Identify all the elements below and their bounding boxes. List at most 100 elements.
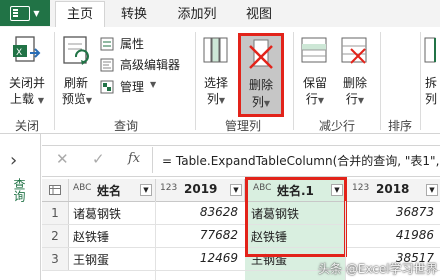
remove-columns-icon xyxy=(249,39,273,69)
group-label-close: 关闭 xyxy=(14,119,39,133)
keep-rows-icon xyxy=(301,37,327,63)
filter-dropdown-icon[interactable]: ▼ xyxy=(140,184,152,196)
refresh-label-text: 预览 xyxy=(61,92,86,106)
chevron-down-icon: ▼ xyxy=(150,80,157,89)
queries-pane-label[interactable]: 查询 xyxy=(12,178,28,202)
queries-pane xyxy=(0,134,41,280)
close-load-label-2: 上载 ▼ xyxy=(2,90,52,107)
table-cell[interactable]: 诸葛钢铁 xyxy=(73,205,121,222)
group-label-query: 查询 xyxy=(113,119,138,133)
chevron-down-icon: ▼ xyxy=(357,96,365,105)
close-load-label-text: 上载 xyxy=(10,92,35,106)
cancel-icon[interactable]: ✕ xyxy=(56,150,69,168)
table-cell[interactable]: 36873 xyxy=(346,205,434,219)
remove-rows-label: 删除 xyxy=(342,76,367,90)
group-label-sort: 排序 xyxy=(387,119,412,133)
keep-rows-button[interactable]: 保留 行▼ xyxy=(297,32,333,112)
advanced-editor-label: 高级编辑器 xyxy=(120,58,181,72)
split-column-label: 拆 xyxy=(424,76,437,90)
choose-columns-label: 选择 xyxy=(203,76,228,90)
file-icon xyxy=(10,5,31,21)
tab-add-column[interactable]: 添加列 xyxy=(165,2,229,27)
manage-button[interactable]: 管理 ▼ xyxy=(100,78,170,96)
table-cell[interactable]: 41986 xyxy=(346,228,434,242)
group-divider xyxy=(195,32,196,130)
properties-icon xyxy=(100,37,114,51)
filter-dropdown-icon[interactable]: ▼ xyxy=(230,184,242,196)
tab-transform[interactable]: 转换 xyxy=(110,2,158,27)
properties-label: 属性 xyxy=(120,37,145,51)
text-type-icon[interactable]: ABC xyxy=(73,183,91,193)
remove-columns-label-2: 列▼ xyxy=(241,93,281,110)
chevron-down-icon: ▼ xyxy=(37,96,44,105)
column-header-name[interactable]: ABC 姓名 ▼ xyxy=(69,179,156,201)
table-cell[interactable]: 77682 xyxy=(156,228,238,242)
close-load-icon: X xyxy=(13,36,41,62)
group-divider xyxy=(54,32,55,130)
formula-divider xyxy=(152,147,153,173)
column-header-2018[interactable]: 123 2018 ▼ xyxy=(346,179,440,201)
column-divider xyxy=(155,201,156,280)
split-column-button[interactable]: 拆 列 xyxy=(422,32,440,112)
number-type-icon[interactable]: 123 xyxy=(352,183,369,193)
group-label-reduce-rows: 减少行 xyxy=(318,119,355,133)
remove-rows-label-text: 行 xyxy=(345,92,358,106)
split-column-label-2: 列 xyxy=(424,92,437,106)
fx-icon[interactable]: fx xyxy=(128,151,140,166)
table-cell[interactable]: 赵铁锤 xyxy=(73,228,109,245)
manage-label: 管理 xyxy=(120,80,145,94)
tab-home[interactable]: 主页 xyxy=(55,1,105,28)
properties-button[interactable]: 属性 xyxy=(100,35,180,53)
column-highlight-box xyxy=(245,177,347,257)
filter-dropdown-icon[interactable]: ▼ xyxy=(426,184,438,196)
expand-pane-icon[interactable]: › xyxy=(10,150,17,171)
table-cell[interactable]: 王钢蛋 xyxy=(73,251,109,268)
advanced-editor-button[interactable]: 高级编辑器 xyxy=(100,56,190,74)
refresh-preview-button[interactable]: 刷新 预览▼ xyxy=(56,32,96,112)
group-divider xyxy=(293,32,294,130)
keep-rows-label-2: 行▼ xyxy=(297,90,333,107)
chevron-down-icon: ▼ xyxy=(33,8,40,18)
column-header-2019[interactable]: 123 2019 ▼ xyxy=(156,179,245,201)
chevron-down-icon: ▼ xyxy=(85,96,93,105)
remove-columns-button[interactable]: 删除 列▼ xyxy=(238,33,284,117)
table-cell[interactable]: 12469 xyxy=(156,251,238,265)
keep-rows-label: 保留 xyxy=(302,76,327,90)
choose-columns-label-2: 列▼ xyxy=(198,90,234,107)
formula-text[interactable]: = Table.ExpandTableColumn(合并的查询, "表1", xyxy=(162,152,440,169)
grid-corner[interactable] xyxy=(42,179,69,201)
table-row[interactable]: 2 赵铁锤 77682 赵铁锤 41986 xyxy=(42,225,440,248)
table-cell[interactable]: 83628 xyxy=(156,205,238,219)
choose-columns-icon xyxy=(203,37,228,63)
column-name: 2019 xyxy=(184,182,218,196)
watermark-text: 头条 @Excel学习世界 xyxy=(318,262,438,276)
table-row[interactable]: 1 诸葛钢铁 83628 诸葛钢铁 36873 xyxy=(42,202,440,225)
file-menu-button[interactable]: ▼ xyxy=(0,0,50,26)
advanced-editor-icon xyxy=(100,58,114,72)
tab-view[interactable]: 视图 xyxy=(235,2,283,27)
remove-rows-button[interactable]: 删除 行▼ xyxy=(337,32,373,112)
choose-columns-button[interactable]: 选择 列▼ xyxy=(198,32,234,112)
remove-columns-label: 删除 xyxy=(248,78,273,92)
refresh-label-2: 预览▼ xyxy=(56,90,98,107)
close-load-label: 关闭并 xyxy=(8,76,45,90)
refresh-icon xyxy=(63,36,89,65)
row-number: 3 xyxy=(42,248,69,270)
choose-columns-label-text: 列 xyxy=(206,92,219,106)
manage-icon xyxy=(100,80,114,94)
row-number: 1 xyxy=(42,202,69,224)
chevron-down-icon: ▼ xyxy=(317,96,325,105)
close-and-load-button[interactable]: X 关闭并 上载 ▼ xyxy=(2,32,52,112)
remove-rows-label-2: 行▼ xyxy=(337,90,373,107)
table-icon xyxy=(49,185,61,195)
group-divider xyxy=(420,32,421,130)
refresh-label: 刷新 xyxy=(63,76,88,90)
column-name: 姓名 xyxy=(97,184,122,198)
row-number: 2 xyxy=(42,225,69,247)
remove-columns-label-text: 列 xyxy=(251,95,264,109)
chevron-down-icon: ▼ xyxy=(263,99,271,108)
svg-text:X: X xyxy=(16,48,22,58)
number-type-icon[interactable]: 123 xyxy=(160,183,177,193)
remove-rows-icon xyxy=(341,37,367,64)
confirm-icon[interactable]: ✓ xyxy=(92,150,105,168)
